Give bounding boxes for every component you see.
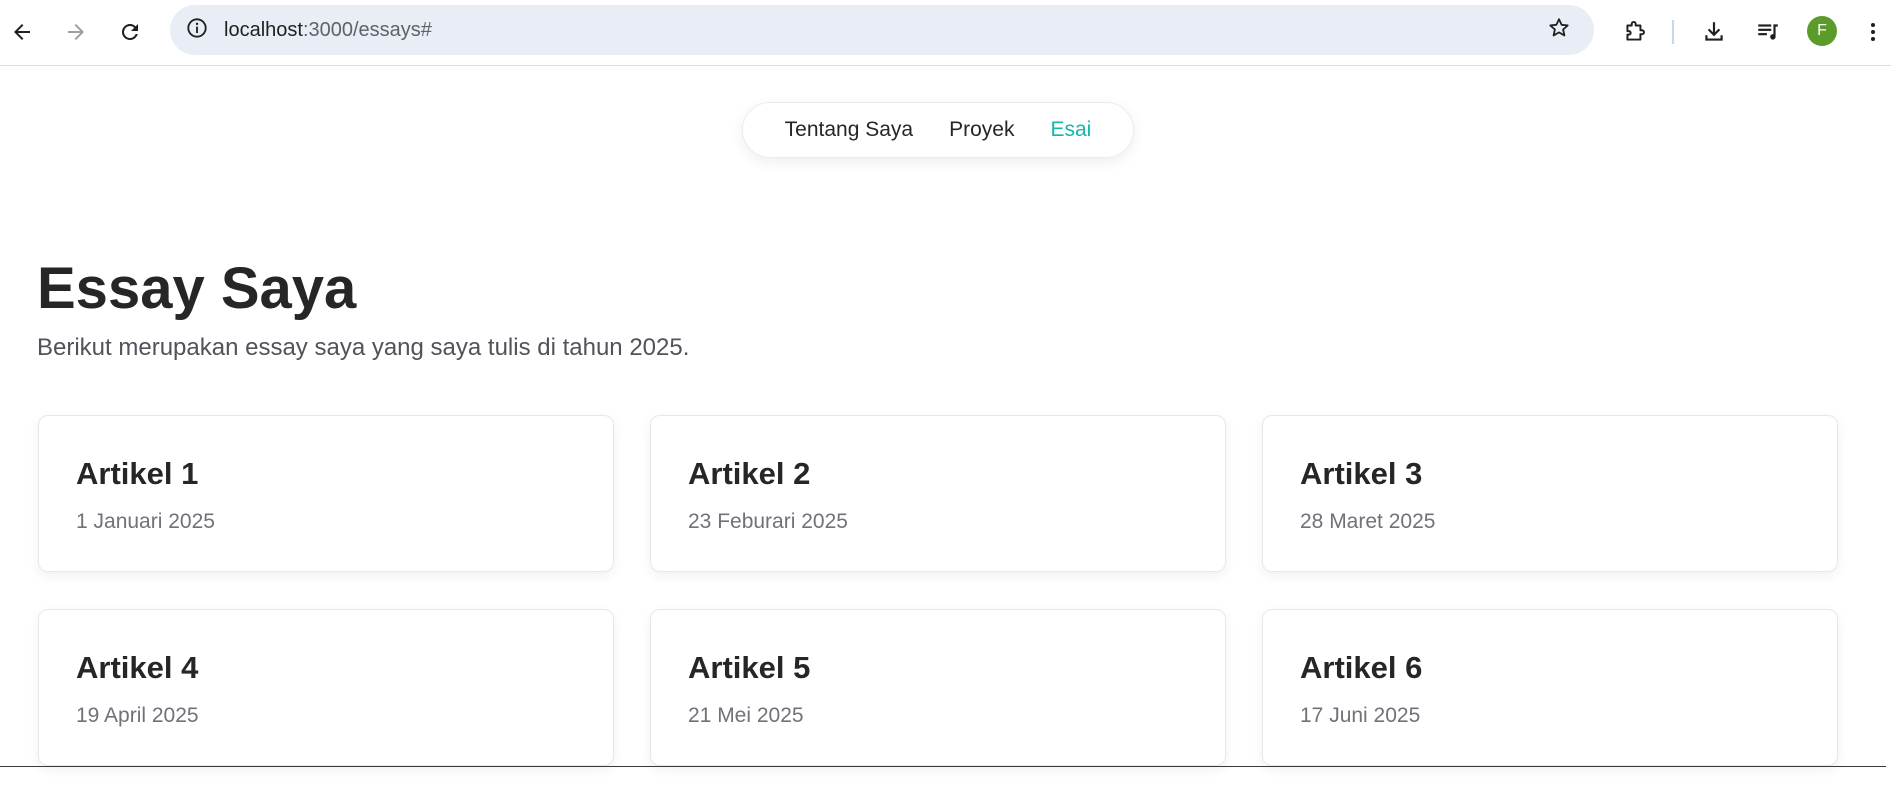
arrow-left-icon xyxy=(10,20,34,44)
article-card-2[interactable]: Artikel 2 23 Feburari 2025 xyxy=(650,415,1226,572)
site-navbar: Tentang Saya Proyek Esai xyxy=(742,102,1134,158)
article-title: Artikel 2 xyxy=(688,456,811,491)
viewport-edge-line xyxy=(0,766,1886,767)
downloads-button[interactable] xyxy=(1694,12,1734,52)
article-title: Artikel 6 xyxy=(1300,650,1423,685)
article-card-3[interactable]: Artikel 3 28 Maret 2025 xyxy=(1262,415,1838,572)
article-card-5[interactable]: Artikel 5 21 Mei 2025 xyxy=(650,609,1226,766)
profile-avatar[interactable]: F xyxy=(1807,16,1837,46)
puzzle-icon xyxy=(1622,19,1648,45)
url-path: :3000/essays# xyxy=(302,19,432,41)
article-date: 28 Maret 2025 xyxy=(1300,510,1436,533)
bookmark-button[interactable] xyxy=(1544,15,1574,45)
nav-link-essays[interactable]: Esai xyxy=(1050,118,1091,142)
reload-button[interactable] xyxy=(110,12,150,52)
media-controls-button[interactable] xyxy=(1748,12,1788,52)
arrow-right-icon xyxy=(64,20,88,44)
address-bar[interactable]: localhost:3000/essays# xyxy=(170,5,1594,55)
article-title: Artikel 5 xyxy=(688,650,811,685)
forward-button[interactable] xyxy=(56,12,96,52)
article-card-1[interactable]: Artikel 1 1 Januari 2025 xyxy=(38,415,614,572)
toolbar-divider xyxy=(1672,20,1674,44)
download-icon xyxy=(1701,19,1727,45)
reload-icon xyxy=(118,20,142,44)
article-date: 19 April 2025 xyxy=(76,704,199,727)
article-title: Artikel 1 xyxy=(76,456,199,491)
browser-toolbar: localhost:3000/essays# F xyxy=(0,0,1891,66)
article-date: 1 Januari 2025 xyxy=(76,510,215,533)
kebab-menu-icon xyxy=(1869,20,1877,44)
browser-menu-button[interactable] xyxy=(1858,12,1888,52)
article-date: 21 Mei 2025 xyxy=(688,704,804,727)
article-card-4[interactable]: Artikel 4 19 April 2025 xyxy=(38,609,614,766)
nav-link-about[interactable]: Tentang Saya xyxy=(785,118,913,142)
article-title: Artikel 3 xyxy=(1300,456,1423,491)
article-date: 23 Feburari 2025 xyxy=(688,510,848,533)
url-text[interactable]: localhost:3000/essays# xyxy=(224,5,432,55)
page-title: Essay Saya xyxy=(37,256,357,321)
page-subtitle: Berikut merupakan essay saya yang saya t… xyxy=(37,334,690,361)
url-host: localhost xyxy=(224,19,303,41)
star-icon xyxy=(1547,16,1571,45)
nav-link-projects[interactable]: Proyek xyxy=(949,118,1014,142)
back-button[interactable] xyxy=(2,12,42,52)
site-info-button[interactable] xyxy=(182,15,212,45)
article-card-6[interactable]: Artikel 6 17 Juni 2025 xyxy=(1262,609,1838,766)
playlist-icon xyxy=(1755,19,1781,45)
info-icon xyxy=(186,17,208,44)
extensions-button[interactable] xyxy=(1615,12,1655,52)
article-title: Artikel 4 xyxy=(76,650,199,685)
article-date: 17 Juni 2025 xyxy=(1300,704,1421,727)
